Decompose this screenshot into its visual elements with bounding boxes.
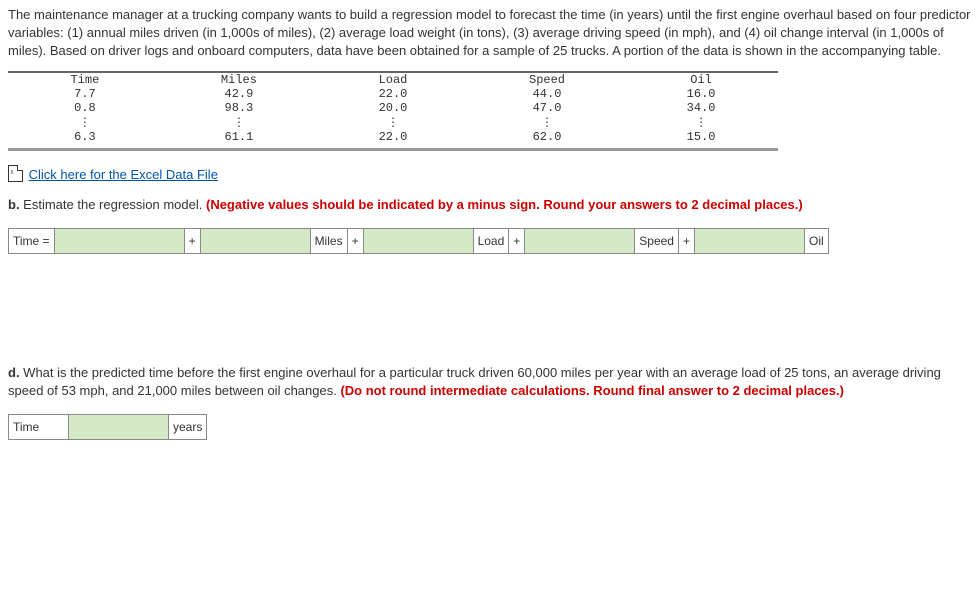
table-row: 6.3 61.1 22.0 62.0 15.0 bbox=[8, 130, 778, 144]
plus-op: + bbox=[348, 229, 364, 253]
part-b-label: b. bbox=[8, 197, 20, 212]
oil-coef-input[interactable] bbox=[695, 229, 805, 253]
col-time: Time bbox=[8, 72, 162, 87]
col-oil: Oil bbox=[624, 72, 778, 87]
intercept-input[interactable] bbox=[55, 229, 185, 253]
part-b-instruction: (Negative values should be indicated by … bbox=[206, 197, 803, 212]
part-d-instruction: (Do not round intermediate calculations.… bbox=[340, 383, 843, 398]
predicted-time-input[interactable] bbox=[69, 415, 169, 439]
table-row: 0.8 98.3 20.0 47.0 34.0 bbox=[8, 101, 778, 115]
table-row: ⋮ ⋮ ⋮ ⋮ ⋮ bbox=[8, 115, 778, 130]
problem-intro: The maintenance manager at a trucking co… bbox=[8, 6, 972, 61]
miles-var-label: Miles bbox=[311, 229, 348, 253]
oil-var-label: Oil bbox=[805, 229, 828, 253]
time-label: Time bbox=[9, 415, 69, 439]
table-bottom-rule bbox=[8, 148, 778, 151]
years-unit-label: years bbox=[169, 415, 206, 439]
plus-op: + bbox=[509, 229, 525, 253]
speed-coef-input[interactable] bbox=[525, 229, 635, 253]
plus-op: + bbox=[185, 229, 201, 253]
col-speed: Speed bbox=[470, 72, 624, 87]
table-row: 7.7 42.9 22.0 44.0 16.0 bbox=[8, 87, 778, 101]
table-header-row: Time Miles Load Speed Oil bbox=[8, 72, 778, 87]
part-d-label: d. bbox=[8, 365, 20, 380]
col-load: Load bbox=[316, 72, 470, 87]
col-miles: Miles bbox=[162, 72, 316, 87]
regression-equation-row: Time = + Miles + Load + Speed + Oil bbox=[8, 228, 829, 254]
load-var-label: Load bbox=[474, 229, 510, 253]
part-d-text: d. What is the predicted time before the… bbox=[8, 364, 972, 400]
file-icon: X bbox=[8, 165, 23, 182]
miles-coef-input[interactable] bbox=[201, 229, 311, 253]
sample-data-table: Time Miles Load Speed Oil 7.7 42.9 22.0 … bbox=[8, 71, 778, 144]
speed-var-label: Speed bbox=[635, 229, 679, 253]
plus-op: + bbox=[679, 229, 695, 253]
excel-file-link[interactable]: Click here for the Excel Data File bbox=[29, 167, 218, 182]
predicted-time-row: Time years bbox=[8, 414, 207, 440]
part-b-text: b. Estimate the regression model. (Negat… bbox=[8, 196, 972, 214]
load-coef-input[interactable] bbox=[364, 229, 474, 253]
time-equals-label: Time = bbox=[9, 229, 55, 253]
